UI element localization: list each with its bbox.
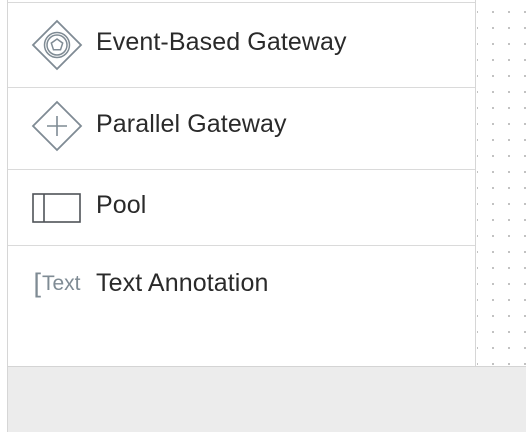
diagram-canvas[interactable] xyxy=(477,0,526,367)
text-annotation-icon-text: Text xyxy=(42,272,81,295)
bpmn-editor: Event-Based Gateway Parallel Gateway Poo… xyxy=(0,0,526,432)
element-palette-list: Event-Based Gateway Parallel Gateway Poo… xyxy=(7,0,476,366)
pool-icon xyxy=(30,180,84,234)
palette-item-label: Event-Based Gateway xyxy=(96,28,347,56)
text-annotation-icon: [Text xyxy=(33,267,81,298)
palette-footer xyxy=(7,366,526,432)
parallel-gateway-icon xyxy=(30,99,84,153)
palette-item-event-based-gateway[interactable]: Event-Based Gateway xyxy=(8,3,475,88)
event-based-gateway-icon xyxy=(30,18,84,72)
palette-item-label: Parallel Gateway xyxy=(96,110,287,138)
palette-item-text-annotation[interactable]: [Text Text Annotation xyxy=(8,246,475,366)
palette-item-parallel-gateway[interactable]: Parallel Gateway xyxy=(8,88,475,170)
palette-item-label: Text Annotation xyxy=(96,269,269,297)
palette-item-pool[interactable]: Pool xyxy=(8,170,475,246)
palette-item-label: Pool xyxy=(96,191,147,219)
